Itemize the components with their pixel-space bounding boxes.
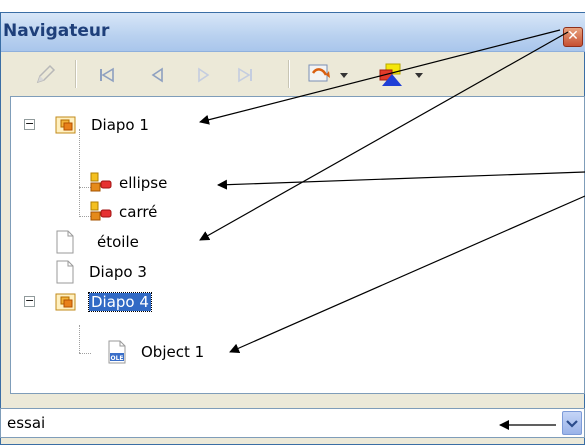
tree-item-etoile[interactable]: étoile <box>55 230 139 254</box>
last-slide-button[interactable] <box>230 60 260 90</box>
tree-item-label: Diapo 1 <box>91 116 149 134</box>
tree-connector <box>79 353 91 354</box>
tree-item-label: Object 1 <box>141 343 205 361</box>
pencil-icon <box>36 64 56 84</box>
title-bar: Navigateur ✕ <box>1 13 585 52</box>
document-select[interactable]: essai <box>0 408 585 438</box>
previous-slide-icon <box>151 67 163 83</box>
shape-object-icon <box>90 201 112 221</box>
svg-text:OLE: OLE <box>110 355 123 362</box>
first-slide-icon <box>100 67 114 83</box>
dropdown-button[interactable] <box>562 411 582 435</box>
next-slide-button[interactable] <box>188 60 218 90</box>
ole-object-icon: OLE <box>108 340 126 364</box>
window-title: Navigateur <box>3 21 110 41</box>
close-button[interactable]: ✕ <box>563 27 583 47</box>
page-icon <box>56 230 74 254</box>
drag-mode-icon <box>308 64 330 82</box>
tree-item-diapo-4[interactable]: Diapo 4 <box>55 290 152 314</box>
pencil-button[interactable] <box>30 60 60 90</box>
toolbar-separator <box>288 60 290 88</box>
slide-icon <box>55 116 76 134</box>
collapse-toggle[interactable]: − <box>24 118 35 130</box>
shapes-icon <box>379 63 402 86</box>
previous-slide-button[interactable] <box>143 60 173 90</box>
tree-item-label: étoile <box>97 233 139 251</box>
shape-object-icon <box>90 172 112 192</box>
first-slide-button[interactable] <box>92 60 122 90</box>
drag-mode-button[interactable] <box>302 60 354 90</box>
slide-icon <box>55 293 76 311</box>
tree-item-ellipse[interactable]: ellipse <box>89 171 167 195</box>
collapse-toggle[interactable]: − <box>24 295 35 307</box>
toolbar-separator <box>75 60 77 88</box>
shapes-button[interactable] <box>372 60 430 90</box>
document-select-value: essai <box>7 414 46 432</box>
tree-item-diapo-1[interactable]: Diapo 1 <box>55 113 149 137</box>
chevron-down-icon <box>415 73 423 78</box>
tree-item-label: carré <box>119 203 158 221</box>
next-slide-icon <box>198 67 210 83</box>
tree-item-label: ellipse <box>119 174 168 192</box>
last-slide-icon <box>238 67 252 83</box>
tree-item-object-1[interactable]: OLE Object 1 <box>107 340 204 364</box>
tree-item-diapo-3[interactable]: Diapo 3 <box>55 260 147 284</box>
close-icon: ✕ <box>567 28 579 44</box>
tree-item-label: Diapo 4 <box>88 292 152 312</box>
tree-item-carre[interactable]: carré <box>89 200 157 224</box>
tree-connector <box>79 129 80 217</box>
page-icon <box>56 260 74 284</box>
tree-connector <box>79 325 80 353</box>
tree-item-label: Diapo 3 <box>89 263 147 281</box>
navigator-tree: − Diapo 1 ellipse carré étoile Diapo 3 −… <box>10 96 585 394</box>
chevron-down-icon <box>340 73 348 78</box>
chevron-down-icon <box>566 420 578 428</box>
